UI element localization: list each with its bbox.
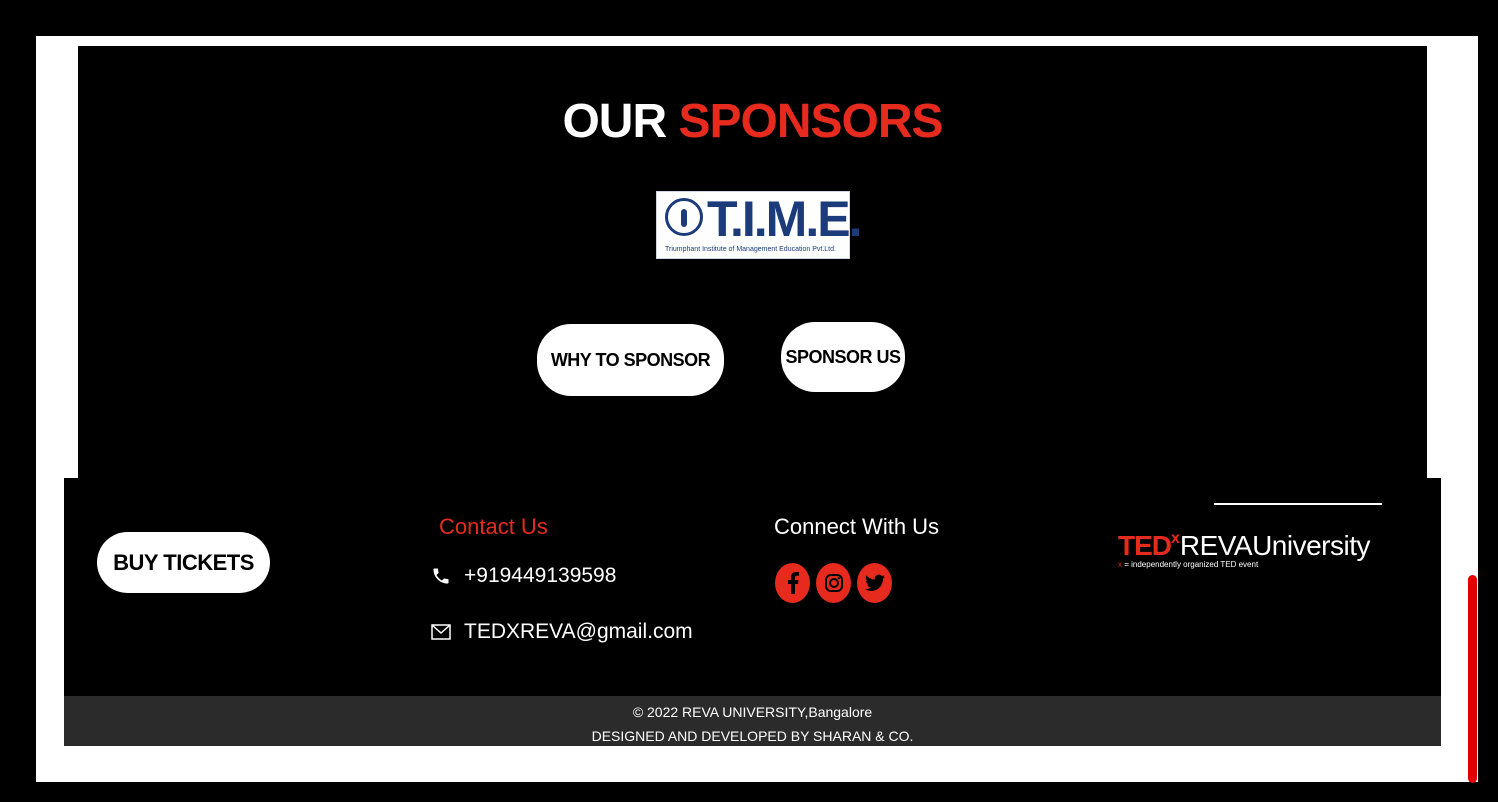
tedx-reva-logo[interactable]: TEDxREVAUniversity x = independently org… xyxy=(1118,530,1371,569)
instagram-icon[interactable] xyxy=(816,563,851,603)
phone-icon xyxy=(430,565,452,587)
ted-logo-name: REVAUniversity xyxy=(1179,530,1371,561)
facebook-icon[interactable] xyxy=(775,563,810,603)
ted-logo-ted: TED xyxy=(1118,530,1172,561)
sponsor-brand-text: T.I.M.E. xyxy=(707,191,862,247)
sponsors-section: OUR SPONSORS T.I.M.E. Triumphant Institu… xyxy=(78,46,1427,480)
social-links xyxy=(775,563,892,603)
buy-tickets-button[interactable]: BUY TICKETS xyxy=(97,532,270,593)
contact-email[interactable]: TEDXREVA@gmail.com xyxy=(430,620,693,644)
heading-word-sponsors: SPONSORS xyxy=(678,95,943,148)
sponsors-heading: OUR SPONSORS xyxy=(78,94,1427,149)
ted-logo-x: x xyxy=(1171,530,1180,547)
email-address: TEDXREVA@gmail.com xyxy=(464,620,693,643)
copyright-text: © 2022 REVA UNIVERSITY,Bangalore xyxy=(632,704,873,720)
contact-us-title: Contact Us xyxy=(439,514,548,539)
phone-number: +919449139598 xyxy=(464,564,617,587)
ted-logo-sub-text: = independently organized TED event xyxy=(1122,560,1259,569)
heading-word-our: OUR xyxy=(562,95,667,148)
ted-divider-line xyxy=(1214,503,1382,505)
sponsor-tagline: Triumphant Institute of Management Educa… xyxy=(665,246,836,253)
credits-text: DESIGNED AND DEVELOPED BY SHARAN & CO. xyxy=(591,728,914,744)
site-footer: BUY TICKETS Contact Us +919449139598 TED… xyxy=(64,478,1441,696)
copyright-bar: © 2022 REVA UNIVERSITY,Bangalore DESIGNE… xyxy=(64,696,1441,746)
ted-logo-subtitle: x = independently organized TED event xyxy=(1118,560,1370,569)
why-to-sponsor-button[interactable]: WHY TO SPONSOR xyxy=(537,324,724,396)
contact-phone[interactable]: +919449139598 xyxy=(430,564,616,588)
scrollbar-thumb[interactable] xyxy=(1468,575,1477,783)
envelope-icon xyxy=(430,621,452,643)
sponsor-us-button[interactable]: SPONSOR US xyxy=(781,322,905,392)
connect-with-us-title: Connect With Us xyxy=(774,514,940,539)
time-emblem-icon xyxy=(665,198,703,236)
time-sponsor-logo[interactable]: T.I.M.E. Triumphant Institute of Managem… xyxy=(656,191,862,259)
twitter-icon[interactable] xyxy=(857,563,892,603)
